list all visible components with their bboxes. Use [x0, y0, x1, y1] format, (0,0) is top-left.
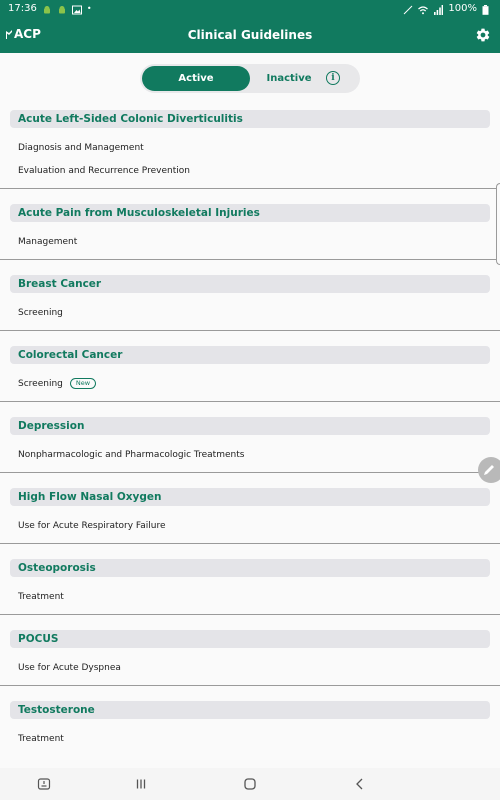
divider: [0, 543, 500, 544]
back-button[interactable]: [352, 776, 368, 792]
recent-apps-button[interactable]: [133, 776, 149, 792]
pencil-icon: [484, 465, 494, 475]
divider: [0, 401, 500, 402]
gear-icon: [476, 28, 490, 42]
settings-button[interactable]: [474, 26, 492, 44]
section-header[interactable]: POCUS: [10, 630, 490, 648]
list-item-label: Use for Acute Dyspnea: [18, 663, 121, 673]
tab-inactive[interactable]: Inactive: [250, 66, 328, 91]
list-item-label: Nonpharmacologic and Pharmacologic Treat…: [18, 450, 245, 460]
home-button[interactable]: [242, 776, 258, 792]
list-item-label: Screening: [18, 308, 63, 318]
new-badge: New: [69, 378, 97, 389]
status-toggle: Active Inactive i: [140, 64, 360, 93]
divider: [0, 614, 500, 615]
divider: [0, 330, 500, 331]
list-item[interactable]: Screening New: [18, 378, 97, 389]
screenshot-icon: [37, 778, 51, 790]
list-item[interactable]: Use for Acute Respiratory Failure: [18, 521, 166, 531]
battery-icon: [482, 4, 492, 15]
list-item[interactable]: Diagnosis and Management: [18, 143, 144, 153]
logo-text: ACP: [14, 27, 41, 41]
list-item[interactable]: Evaluation and Recurrence Prevention: [18, 166, 190, 176]
section-header[interactable]: High Flow Nasal Oxygen: [10, 488, 490, 506]
wifi-icon: [418, 4, 429, 14]
list-item[interactable]: Management: [18, 237, 77, 247]
system-nav-bar: [0, 768, 500, 800]
notification-dot-icon: •: [86, 4, 92, 13]
android-icon: [57, 4, 67, 14]
divider: [0, 472, 500, 473]
section-header[interactable]: Depression: [10, 417, 490, 435]
list-item[interactable]: Screening: [18, 308, 63, 318]
status-bar: 17:36 • 100%: [0, 0, 500, 17]
edge-panel-handle[interactable]: [496, 183, 500, 265]
list-item-label: Screening: [18, 378, 63, 389]
list-item-label: Diagnosis and Management: [18, 143, 144, 153]
home-icon: [244, 778, 256, 790]
list-item-label: Treatment: [18, 592, 64, 602]
section-header[interactable]: Acute Left-Sided Colonic Diverticulitis: [10, 110, 490, 128]
battery-percent: 100%: [448, 3, 477, 14]
divider: [0, 685, 500, 686]
tab-active[interactable]: Active: [142, 66, 250, 91]
recent-apps-icon: [136, 779, 146, 789]
list-item[interactable]: Nonpharmacologic and Pharmacologic Treat…: [18, 450, 244, 460]
info-icon[interactable]: i: [326, 71, 340, 85]
acp-logo: ACP: [6, 27, 41, 41]
list-item-label: Evaluation and Recurrence Prevention: [18, 166, 190, 176]
section-header[interactable]: Colorectal Cancer: [10, 346, 490, 364]
list-item[interactable]: Use for Acute Dyspnea: [18, 663, 121, 673]
section-header[interactable]: Breast Cancer: [10, 275, 490, 293]
app-header: ACP Clinical Guidelines: [0, 17, 500, 53]
section-header[interactable]: Osteoporosis: [10, 559, 490, 577]
divider: [0, 259, 500, 260]
image-notification-icon: [71, 4, 82, 14]
section-header[interactable]: Acute Pain from Musculoskeletal Injuries: [10, 204, 490, 222]
screenshot-button[interactable]: [36, 776, 52, 792]
divider: [0, 188, 500, 189]
logo-mark-icon: [6, 29, 12, 39]
no-signal-icon: [403, 4, 413, 14]
android-icon: [42, 4, 52, 14]
list-item[interactable]: Treatment: [18, 734, 64, 744]
page-title: Clinical Guidelines: [187, 28, 313, 42]
list-item[interactable]: Treatment: [18, 592, 64, 602]
edit-button[interactable]: [478, 457, 500, 483]
signal-icon: [433, 4, 444, 15]
section-header[interactable]: Testosterone: [10, 701, 490, 719]
list-item-label: Management: [18, 237, 78, 247]
back-icon: [356, 778, 363, 790]
status-time: 17:36: [8, 3, 37, 14]
list-item-label: Treatment: [18, 734, 64, 744]
list-item-label: Use for Acute Respiratory Failure: [18, 521, 166, 531]
